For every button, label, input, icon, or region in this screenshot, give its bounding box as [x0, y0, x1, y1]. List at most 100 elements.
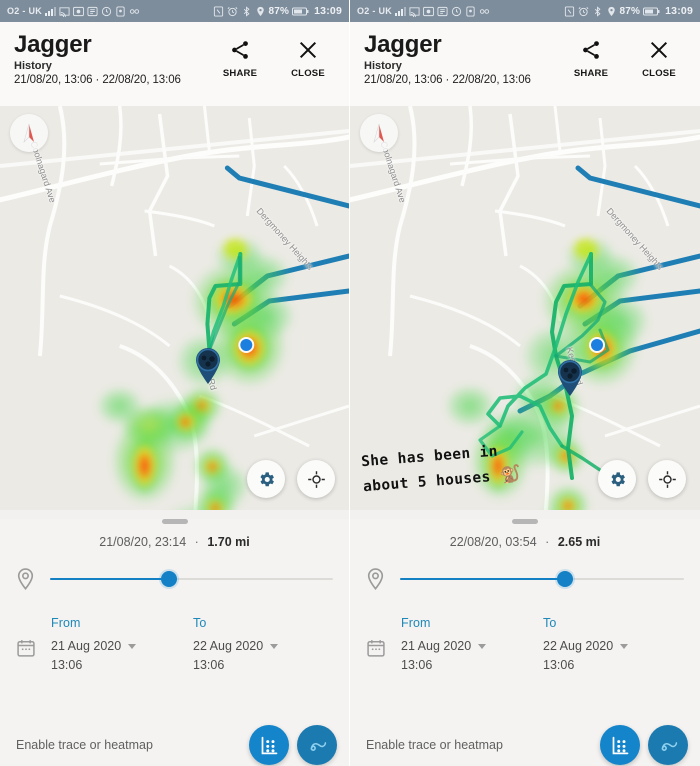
to-label: To [543, 616, 557, 630]
alarm-icon [578, 6, 589, 17]
trace-toggle-button[interactable] [648, 725, 688, 765]
to-label: To [193, 616, 207, 630]
app-notification-icon [115, 5, 126, 17]
slider-track-fill [50, 578, 169, 580]
to-time-value[interactable]: 13:06 [543, 658, 685, 672]
route-trace-icon [310, 741, 326, 751]
link-icon [479, 6, 490, 17]
calendar-icon [366, 638, 386, 658]
carrier-label: O2 - UK [357, 6, 393, 16]
record-icon [423, 6, 435, 17]
sheet-drag-handle[interactable] [512, 519, 538, 524]
timeline-slider-row [16, 568, 333, 590]
gear-icon [610, 471, 625, 486]
date-range-controls: From 21 Aug 2020 13:06 To 22 Aug 2020 13… [366, 616, 684, 672]
chevron-down-icon [620, 643, 629, 649]
map-settings-button[interactable] [247, 460, 285, 498]
link-icon [129, 6, 140, 17]
to-date-value: 22 Aug 2020 [543, 639, 614, 653]
close-icon [285, 38, 331, 62]
mode-toggle-buttons [600, 725, 688, 765]
close-button[interactable]: CLOSE [636, 38, 682, 79]
header-section-label: History [14, 60, 52, 73]
enable-trace-hint: Enable trace or heatmap [366, 738, 503, 752]
cast-icon [59, 6, 70, 17]
timeline-distance: 2.65 mi [557, 535, 601, 549]
from-date-picker[interactable]: 21 Aug 2020 [51, 639, 193, 653]
chevron-down-icon [128, 643, 137, 649]
to-date-picker[interactable]: 22 Aug 2020 [193, 639, 335, 653]
history-map-right[interactable]: Coolnagard Ave Dergmoney Heights Keelin … [350, 106, 700, 510]
share-button[interactable]: SHARE [217, 38, 263, 79]
compass-icon [373, 123, 384, 143]
battery-percent-label: 87% [268, 5, 290, 17]
bluetooth-icon [592, 5, 603, 17]
gear-icon [259, 471, 274, 486]
timeline-timestamp: 22/08/20, 03:54 [449, 535, 537, 549]
to-date-picker[interactable]: 22 Aug 2020 [543, 639, 685, 653]
date-columns: From 21 Aug 2020 13:06 To 22 Aug 2020 13… [51, 616, 335, 672]
timeline-slider-row [366, 568, 684, 590]
timeline-separator: · [545, 535, 550, 549]
share-button-label: SHARE [222, 68, 258, 79]
status-bar-right: 87% 13:09 [213, 5, 342, 17]
map-pin-icon [16, 568, 35, 590]
page-title: Jagger [14, 31, 92, 58]
header-title-block: Jagger History 21/08/20, 13:06 · 22/08/2… [364, 30, 568, 86]
from-label: From [51, 616, 81, 630]
heatmap-toggle-button[interactable] [249, 725, 289, 765]
heatmap-toggle-button[interactable] [600, 725, 640, 765]
header-title-block: Jagger History 21/08/20, 13:06 · 22/08/2… [14, 30, 217, 86]
from-time-value[interactable]: 13:06 [401, 658, 543, 672]
status-bar-left: O2 - UK [357, 5, 564, 17]
timeline-slider[interactable] [400, 569, 684, 589]
crosshair-icon [658, 470, 676, 488]
header-section-label: History [364, 60, 402, 73]
from-time-value[interactable]: 13:06 [51, 658, 193, 672]
slider-thumb[interactable] [160, 571, 177, 587]
heatmap-icon [261, 736, 277, 754]
to-time-value[interactable]: 13:06 [193, 658, 335, 672]
page-title: Jagger [364, 31, 442, 58]
date-column-from: From 21 Aug 2020 13:06 [51, 616, 193, 672]
sheet-footer: Enable trace or heatmap [16, 725, 337, 765]
carrier-label: O2 - UK [7, 6, 43, 16]
slider-thumb[interactable] [556, 571, 573, 587]
bottom-sheet-left: 21/08/20, 23:14 · 1.70 mi From 21 Aug 20… [0, 519, 349, 766]
center-location-button[interactable] [648, 460, 686, 498]
from-date-picker[interactable]: 21 Aug 2020 [401, 639, 543, 653]
close-button[interactable]: CLOSE [285, 38, 331, 79]
status-bar: O2 - UK 87% 13:09 [0, 0, 349, 22]
trace-toggle-button[interactable] [297, 725, 337, 765]
signal-bars-icon [395, 6, 407, 16]
map-canvas [350, 106, 700, 510]
center-location-button[interactable] [297, 460, 335, 498]
sheet-drag-handle[interactable] [161, 519, 188, 524]
date-column-from: From 21 Aug 2020 13:06 [401, 616, 543, 672]
close-icon [636, 38, 682, 62]
map-canvas [0, 106, 349, 510]
header-date-range: 21/08/20, 13:06 · 22/08/20, 13:06 [14, 74, 181, 87]
timeline-slider[interactable] [50, 569, 333, 589]
from-label: From [401, 616, 431, 630]
header-date-range: 21/08/20, 13:06 · 22/08/20, 13:06 [364, 74, 531, 87]
app-header: Jagger History 21/08/20, 13:06 · 22/08/2… [350, 22, 700, 106]
map-compass-button[interactable] [10, 114, 48, 152]
timeline-readout: 22/08/20, 03:54 · 2.65 mi [366, 535, 684, 549]
map-settings-button[interactable] [598, 460, 636, 498]
history-map-left[interactable]: Coolnagard Ave Dergmoney Heights Keelin … [0, 106, 349, 510]
from-date-value: 21 Aug 2020 [401, 639, 472, 653]
timeline-separator: · [194, 535, 199, 549]
mode-toggle-buttons [249, 725, 337, 765]
calendar-icon [16, 638, 36, 658]
app-notification-icon [465, 5, 476, 17]
pet-location-marker[interactable] [554, 358, 586, 396]
heatmap-icon [612, 736, 628, 754]
share-button[interactable]: SHARE [568, 38, 614, 79]
battery-icon [292, 6, 309, 17]
sheet-footer: Enable trace or heatmap [366, 725, 688, 765]
to-date-value: 22 Aug 2020 [193, 639, 264, 653]
close-button-label: CLOSE [642, 68, 676, 79]
pet-location-marker[interactable] [192, 346, 224, 384]
map-compass-button[interactable] [360, 114, 398, 152]
